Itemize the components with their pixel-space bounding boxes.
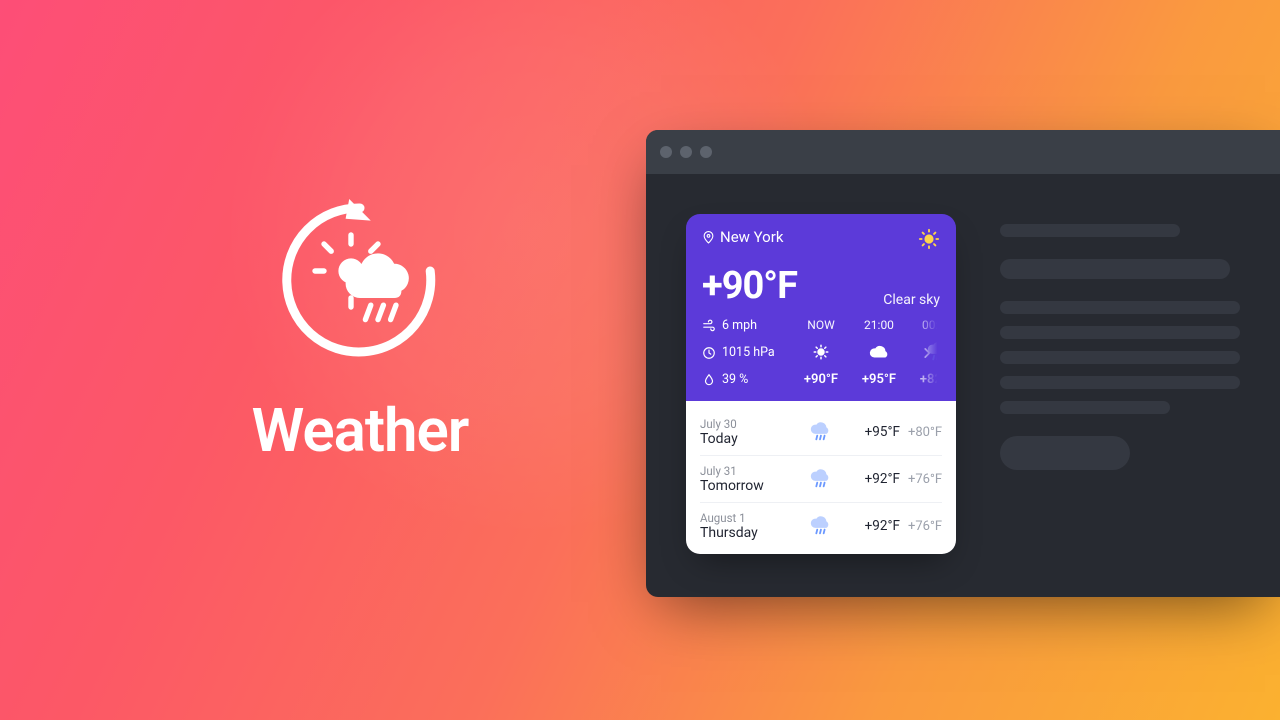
traffic-light-minimize-icon[interactable] (680, 146, 692, 158)
placeholder-line (1000, 376, 1240, 389)
daily-hi: +95°F (865, 424, 900, 440)
placeholder-line (1000, 301, 1240, 314)
hourly-item: 21:00 +95°F (850, 318, 908, 387)
placeholder-line (1000, 351, 1240, 364)
daily-hi: +92°F (865, 518, 900, 534)
hourly-scroll-right-button[interactable] (918, 344, 936, 362)
wind-stat: 6 mph (702, 318, 782, 333)
traffic-light-close-icon[interactable] (660, 146, 672, 158)
hourly-item: 00:00 +82°F (908, 318, 940, 387)
rain-icon (926, 341, 940, 363)
daily-lo: +76°F (908, 519, 942, 534)
hourly-forecast[interactable]: NOW +90°F (792, 318, 940, 387)
browser-body: New York +90°F Clear sky (646, 174, 1280, 597)
humidity-stat: 39 % (702, 372, 782, 387)
cloud-icon (868, 341, 890, 363)
daily-item[interactable]: July 31 Tomorrow +92°F +76°F (700, 456, 942, 503)
pressure-stat: 1015 hPa (702, 345, 782, 360)
rain-icon (809, 421, 831, 443)
daily-item[interactable]: August 1 Thursday +92°F +76°F (700, 503, 942, 549)
daily-hi: +92°F (865, 471, 900, 487)
browser-window: New York +90°F Clear sky (646, 130, 1280, 597)
traffic-light-zoom-icon[interactable] (700, 146, 712, 158)
sun-icon (810, 341, 832, 363)
current-stats: 6 mph 1015 hPa 39 % (702, 318, 782, 387)
daily-lo: +76°F (908, 472, 942, 487)
content-placeholders (1000, 214, 1240, 557)
daily-forecast: July 30 Today +95°F +80°F July 31 Tomorr… (686, 401, 956, 554)
weather-card: New York +90°F Clear sky (686, 214, 956, 554)
weather-current-panel: New York +90°F Clear sky (686, 214, 956, 401)
daily-lo: +80°F (908, 425, 942, 440)
weather-logo-icon (270, 190, 450, 370)
current-temperature: +90°F (702, 264, 797, 308)
placeholder-line (1000, 224, 1180, 237)
placeholder-button (1000, 436, 1130, 470)
location[interactable]: New York (702, 228, 783, 246)
wind-icon (702, 319, 716, 333)
daily-item[interactable]: July 30 Today +95°F +80°F (700, 409, 942, 456)
sun-icon (918, 228, 940, 254)
placeholder-line (1000, 401, 1170, 414)
rain-icon (809, 468, 831, 490)
hero: Weather (210, 190, 510, 466)
humidity-icon (702, 373, 716, 387)
placeholder-line (1000, 326, 1240, 339)
location-label: New York (720, 228, 783, 246)
rain-icon (809, 515, 831, 537)
hero-title: Weather (210, 395, 510, 466)
placeholder-line (1000, 259, 1230, 279)
hourly-item: NOW +90°F (792, 318, 850, 387)
browser-titlebar (646, 130, 1280, 174)
pressure-icon (702, 346, 716, 360)
current-condition: Clear sky (883, 292, 940, 308)
chevron-right-icon (920, 346, 934, 360)
